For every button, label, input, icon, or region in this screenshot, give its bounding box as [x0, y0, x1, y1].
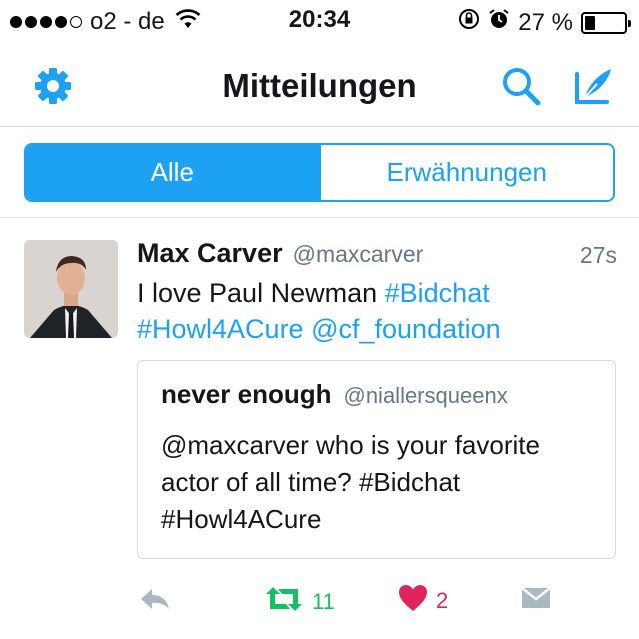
retweet-button[interactable]: 11	[264, 584, 335, 620]
nav-bar: Mitteilungen	[0, 45, 639, 127]
quoted-author-handle: @niallersqueenx	[343, 383, 508, 408]
retweet-icon	[264, 584, 304, 620]
quoted-author-name: never enough	[161, 379, 332, 409]
quoted-text-line: #Howl4ACure	[161, 504, 322, 534]
tweet-text-plain: I love Paul Newman	[137, 278, 378, 308]
battery-fill	[585, 15, 596, 30]
hashtag-link[interactable]: #Bidchat	[385, 278, 490, 308]
search-icon[interactable]	[498, 63, 544, 109]
reply-button[interactable]	[138, 584, 172, 620]
like-button[interactable]: 2	[398, 584, 448, 618]
status-bar: o2 - de 20:34 27 %	[0, 0, 639, 40]
hashtag-link[interactable]: #Howl4ACure	[137, 314, 304, 344]
compose-icon[interactable]	[570, 63, 616, 109]
mention-link[interactable]: @cf_foundation	[311, 314, 501, 344]
quoted-text-line: actor of all time? #Bidchat	[161, 467, 461, 497]
status-right: 27 %	[458, 8, 631, 37]
avatar[interactable]	[24, 240, 118, 338]
alarm-icon	[488, 8, 510, 37]
reply-icon	[138, 584, 172, 620]
direct-message-button[interactable]	[520, 584, 552, 616]
tab-mentions[interactable]: Erwähnungen	[318, 145, 613, 200]
tweet-timestamp: 27s	[579, 242, 617, 268]
envelope-icon	[520, 584, 552, 616]
tab-all[interactable]: Alle	[26, 145, 319, 200]
battery-icon	[581, 11, 631, 34]
quoted-tweet-text: @maxcarver who is your favorite actor of…	[161, 427, 601, 538]
rotation-lock-icon	[458, 8, 480, 37]
divider	[0, 217, 639, 218]
quoted-tweet[interactable]: never enough @niallersqueenx @maxcarver …	[137, 360, 616, 559]
like-count: 2	[436, 588, 449, 613]
tweet-actions: 11 2	[0, 584, 639, 620]
tweet-author-handle[interactable]: @maxcarver	[293, 241, 424, 268]
tweet-text: I love Paul Newman #Bidchat #Howl4ACure …	[137, 275, 617, 347]
heart-icon	[398, 584, 428, 618]
battery-percent: 27 %	[518, 8, 573, 36]
tweet-author-name[interactable]: Max Carver	[137, 238, 283, 269]
segmented-control: Alle Erwähnungen	[24, 143, 615, 202]
quoted-text-line: @maxcarver who is your favorite	[161, 430, 540, 460]
tweet-header: Max Carver @maxcarver 27s	[137, 238, 617, 272]
retweet-count: 11	[312, 589, 335, 614]
quoted-tweet-header: never enough @niallersqueenx	[161, 379, 508, 410]
